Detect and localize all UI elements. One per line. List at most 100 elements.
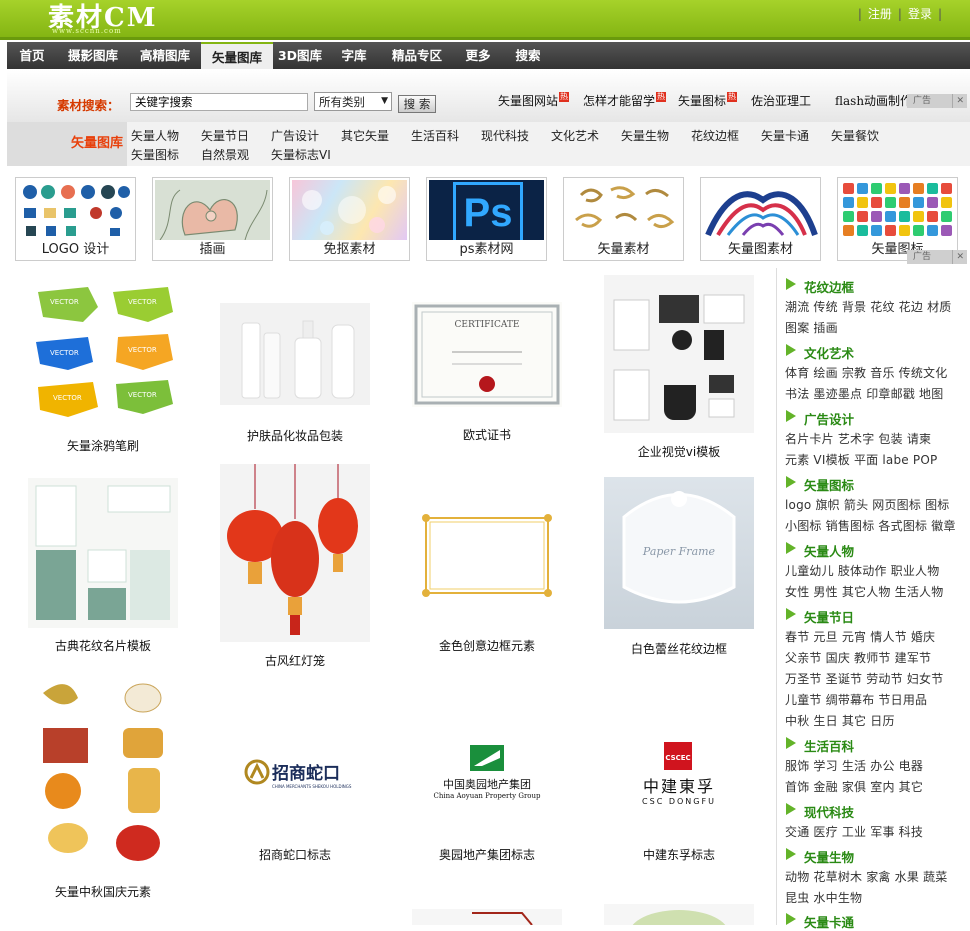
main-nav: 首页 摄影图库 高精图库 矢量图库 3D图库 字库 精品专区 更多 搜索 [7,42,970,69]
sidebar-links[interactable]: 交通 医疗 工业 军事 科技 [785,823,923,840]
ad-tag[interactable]: 广告 ✕ [907,250,967,264]
thumb-vector-graphics[interactable]: 矢量图素材 [700,177,821,261]
card-certificate[interactable]: CERTIFICATE 欧式证书 [412,302,562,442]
nav-search[interactable]: 搜索 [503,42,553,69]
sidebar-links[interactable]: 女性 男性 其它人物 生活人物 [785,583,943,600]
photoshop-icon: Ps [453,182,523,240]
search-input[interactable] [130,93,308,111]
cat-link[interactable]: 矢量餐饮 [831,127,879,144]
nav-hd[interactable]: 高精图库 [129,42,201,69]
category-select[interactable]: 所有类别 ▼ [314,92,392,111]
sidebar-heading[interactable]: 矢量人物 [785,541,854,560]
cat-link[interactable]: 其它矢量 [341,127,389,144]
thumb-ps[interactable]: Ps ps素材网 [426,177,547,261]
nav-font[interactable]: 字库 [327,42,381,69]
sidebar-links[interactable]: 小图标 销售图标 各式图标 徽章 [785,517,956,534]
card-red-lantern[interactable]: 古风红灯笼 [220,464,370,674]
register-link[interactable]: 注册 [868,7,892,21]
close-icon[interactable]: ✕ [952,250,964,264]
sidebar-links[interactable]: 首饰 金融 家俱 室内 其它 [785,778,923,795]
card-lace-border[interactable]: Paper Frame 白色蕾丝花纹边框 [604,477,754,657]
card-image: CERTIFICATE [412,302,562,407]
sidebar-links[interactable]: logo 旗帜 箭头 网页图标 图标 [785,496,950,513]
sidebar-links[interactable]: 儿童幼儿 肢体动作 职业人物 [785,562,939,579]
sidebar-links[interactable]: 图案 插画 [785,319,838,336]
login-link[interactable]: 登录 [908,7,932,21]
ad-tag[interactable]: 广告 ✕ [907,94,967,108]
nav-3d[interactable]: 3D图库 [273,42,327,69]
thumb-illustration[interactable]: 插画 [152,177,273,261]
sidebar-heading[interactable]: 文化艺术 [785,343,854,362]
site-logo[interactable]: 素材CM www.sccnn.com [48,0,157,35]
hot-link-3[interactable]: 矢量图标热 [678,92,738,109]
sidebar-heading[interactable]: 矢量卡通 [785,912,854,931]
sidebar-links[interactable]: 中秋 生日 其它 日历 [785,712,895,729]
search-button[interactable]: 搜 索 [398,95,436,113]
sidebar-heading[interactable]: 矢量图标 [785,475,854,494]
hot-link-4[interactable]: 佐治亚理工 [751,92,811,109]
card-image [28,673,178,873]
card-graffiti-brush[interactable]: VECTOR VECTOR VECTOR VECTOR VECTOR VECTO… [28,282,178,462]
sidebar-links[interactable]: 潮流 传统 背景 花纹 花边 材质 [785,298,951,315]
cat-link[interactable]: 现代科技 [481,127,529,144]
csc-sub: CSC DONGFU [642,797,716,806]
cat-link[interactable]: 矢量标志VI [271,146,331,163]
sidebar-links[interactable]: 体育 绘画 宗教 音乐 传统文化 [785,364,947,381]
sidebar-links[interactable]: 书法 墨迹墨点 印章邮戳 地图 [785,385,943,402]
card-mid-autumn[interactable]: 矢量中秋国庆元素 [28,673,178,903]
sidebar-links[interactable]: 动物 花草树木 家禽 水果 蔬菜 [785,868,947,885]
cat-link[interactable]: 矢量卡通 [761,127,809,144]
csc-badge: CSCEC [665,754,690,762]
card-image [604,275,754,433]
cat-link[interactable]: 生活百科 [411,127,459,144]
sidebar-links[interactable]: 父亲节 国庆 教师节 建军节 [785,649,931,666]
nav-vector[interactable]: 矢量图库 [201,42,273,69]
category-sidebar: 花纹边框 潮流 传统 背景 花纹 花边 材质 图案 插画 文化艺术 体育 绘画 … [776,268,970,930]
sidebar-links[interactable]: 元素 VI模板 平面 labe POP [785,451,937,468]
card-label: 欧式证书 [462,428,511,442]
sidebar-heading[interactable]: 广告设计 [785,409,854,428]
card-partial[interactable] [412,909,562,925]
sidebar-heading[interactable]: 矢量节日 [785,607,854,626]
thumb-logo[interactable]: LOGO 设计 [15,177,136,261]
sidebar-links[interactable]: 昆虫 水中生物 [785,889,862,906]
hot-link-2[interactable]: 怎样才能留学热 [583,92,667,109]
sidebar-links[interactable]: 服饰 学习 生活 办公 电器 [785,757,923,774]
nav-photo[interactable]: 摄影图库 [57,42,129,69]
cat-link[interactable]: 文化艺术 [551,127,599,144]
ad-label: 广告 [913,96,932,106]
close-icon[interactable]: ✕ [952,94,964,108]
card-floral-namecard[interactable]: 古典花纹名片模板 [28,478,178,658]
sidebar-heading[interactable]: 生活百科 [785,736,854,755]
sidebar-heading[interactable]: 现代科技 [785,802,854,821]
thumb-vector-icons[interactable]: 矢量图标 [837,177,958,261]
cat-link[interactable]: 广告设计 [271,127,319,144]
hot-link-1[interactable]: 矢量图网站热 [498,92,570,109]
card-csc-logo[interactable]: CSCEC 中建東孚 CSC DONGFU 中建东孚标志 [604,700,754,870]
sidebar-links[interactable]: 名片卡片 艺术字 包装 请柬 [785,430,931,447]
card-partial[interactable] [604,904,754,925]
cat-link[interactable]: 自然景观 [201,146,249,163]
thumb-vector[interactable]: 矢量素材 [563,177,684,261]
nav-premium[interactable]: 精品专区 [381,42,453,69]
nav-more[interactable]: 更多 [453,42,503,69]
card-gold-border[interactable]: 金色创意边框元素 [412,478,562,658]
hot-link-5[interactable]: flash动画制作 [835,92,912,109]
card-skincare[interactable]: 护肤品化妆品包装 [220,303,370,443]
thumb-cutout[interactable]: 免抠素材 [289,177,410,261]
sidebar-links[interactable]: 儿童节 绸带幕布 节日用品 [785,691,927,708]
sidebar-heading[interactable]: 花纹边框 [785,277,854,296]
card-cmsk-logo[interactable]: 招商蛇口 CHINA MERCHANTS SHEKOU HOLDINGS 招商蛇… [220,700,370,870]
sidebar-links[interactable]: 春节 元旦 元宵 情人节 婚庆 [785,628,935,645]
card-aoyuan-logo[interactable]: 中国奥园地产集团 China Aoyuan Property Group 奥园地… [412,700,562,870]
card-image [412,478,562,628]
cat-link[interactable]: 矢量生物 [621,127,669,144]
nav-home[interactable]: 首页 [7,42,57,69]
cat-link[interactable]: 花纹边框 [691,127,739,144]
cat-link[interactable]: 矢量图标 [131,146,179,163]
card-vi-template[interactable]: 企业视觉vi模板 [604,275,754,465]
cat-link[interactable]: 矢量人物 [131,127,179,144]
cat-link[interactable]: 矢量节日 [201,127,249,144]
sidebar-links[interactable]: 万圣节 圣诞节 劳动节 妇女节 [785,670,943,687]
sidebar-heading[interactable]: 矢量生物 [785,847,854,866]
